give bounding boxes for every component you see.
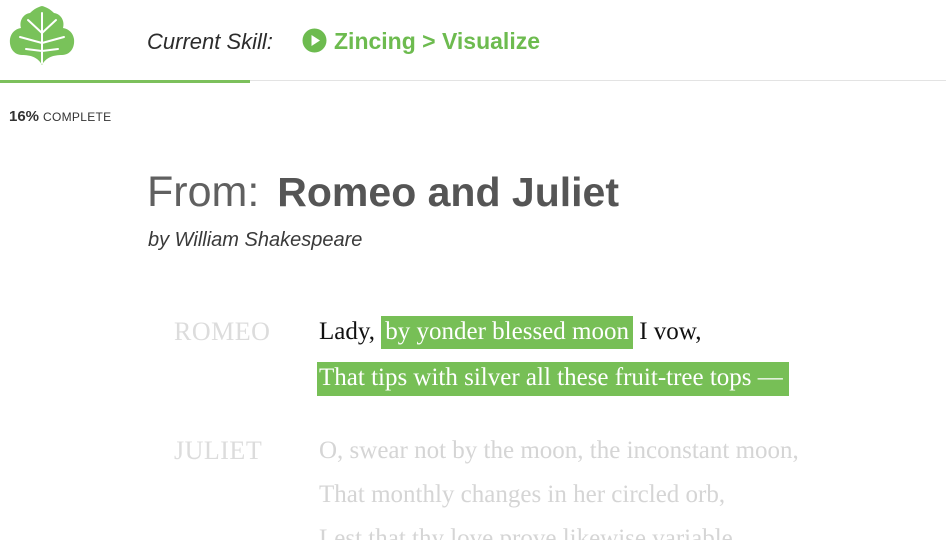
verse-line: That monthly changes in her circled orb, — [319, 481, 726, 508]
current-skill-label: Current Skill: — [147, 29, 273, 54]
verse-line: Lady, by yonder blessed moon I vow, — [319, 316, 702, 349]
progress-percent: 16% — [9, 108, 40, 125]
progress-label: COMPLETE — [43, 110, 112, 124]
top-bar: Current Skill: Zincing > Visualize — [0, 0, 946, 82]
verse-segment: I vow, — [632, 318, 702, 345]
speaker-juliet: JULIET — [174, 436, 263, 465]
verse-line: O, swear not by the moon, the inconstant… — [319, 437, 799, 464]
author-byline: by William Shakespeare — [148, 229, 363, 251]
work-title: Romeo and Juliet — [277, 169, 619, 215]
ivy-leaf-icon[interactable] — [8, 5, 76, 67]
highlighted-phrase[interactable]: by yonder blessed moon — [381, 316, 633, 349]
verse-segment: Lady, — [319, 318, 382, 345]
current-skill-link[interactable]: Zincing > Visualize — [334, 28, 540, 55]
progress-bar-fill — [0, 80, 250, 83]
verse-line: Lest that thy love prove likewise variab… — [319, 525, 740, 540]
progress-status: 16% COMPLETE — [9, 108, 111, 126]
title-prefix: From: — [147, 168, 260, 216]
play-circle-icon[interactable] — [302, 28, 327, 53]
progress-bar — [0, 80, 946, 83]
verse-line: That tips with silver all these fruit-tr… — [317, 362, 789, 396]
speaker-romeo: ROMEO — [174, 317, 271, 346]
highlighted-phrase[interactable]: That tips with silver all these fruit-tr… — [317, 362, 789, 396]
page-title: From: Romeo and Juliet — [147, 168, 619, 217]
